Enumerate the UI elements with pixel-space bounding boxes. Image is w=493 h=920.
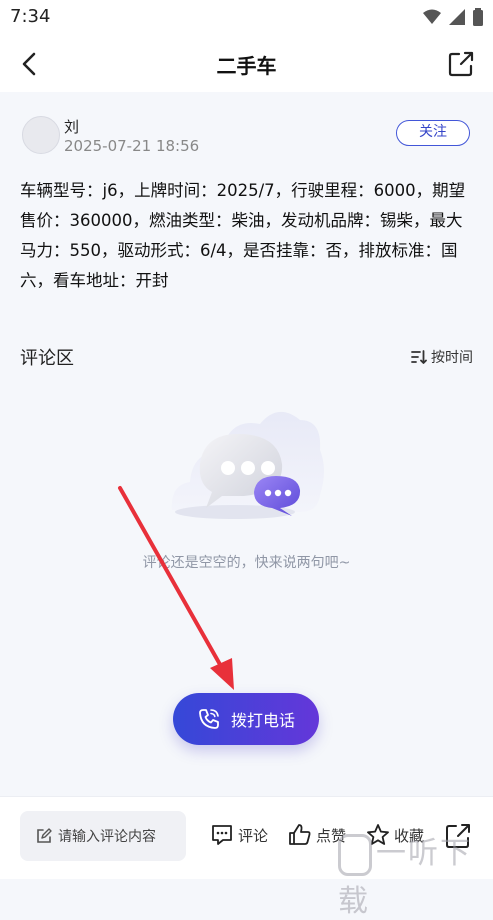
call-phone-button[interactable]: 拨打电话 <box>173 693 319 745</box>
comment-input-placeholder: 请输入评论内容 <box>58 829 156 845</box>
share-icon[interactable] <box>447 50 475 78</box>
sort-icon <box>411 350 427 364</box>
follow-button[interactable]: 关注 <box>396 120 470 146</box>
comments-title: 评论区 <box>20 348 74 369</box>
empty-comments-illustration <box>171 411 324 519</box>
status-bar: 7:34 <box>0 0 493 36</box>
comment-label: 评论 <box>238 826 269 845</box>
watermark-logo-icon <box>338 833 372 876</box>
page-title: 二手车 <box>216 54 277 78</box>
thumbs-up-icon <box>289 824 311 845</box>
comment-input[interactable]: 请输入评论内容 <box>20 811 186 861</box>
post-content: 车辆型号：j6，上牌时间：2025/7，行驶里程：6000，期望售价：36000… <box>20 181 466 290</box>
comment-button[interactable]: 评论 <box>210 823 268 847</box>
empty-comments-text: 评论还是空空的，快来说两句吧~ <box>142 555 351 571</box>
status-icons <box>423 8 483 26</box>
avatar[interactable] <box>22 116 60 154</box>
author-name: 刘 <box>64 118 80 136</box>
signal-icon <box>449 9 465 25</box>
wifi-icon <box>423 9 441 24</box>
sort-by-time-button[interactable]: 按时间 <box>411 347 473 367</box>
post-date: 2025-07-21 18:56 <box>64 137 200 155</box>
comment-icon <box>212 825 232 845</box>
edit-icon <box>37 828 52 843</box>
nav-bar: 二手车 <box>0 36 493 92</box>
call-phone-label: 拨打电话 <box>230 711 295 730</box>
watermark: 一听下载 <box>338 828 493 920</box>
phone-icon <box>199 709 219 729</box>
status-time: 7:34 <box>10 6 51 27</box>
sort-label: 按时间 <box>431 350 473 366</box>
battery-icon <box>473 8 483 26</box>
